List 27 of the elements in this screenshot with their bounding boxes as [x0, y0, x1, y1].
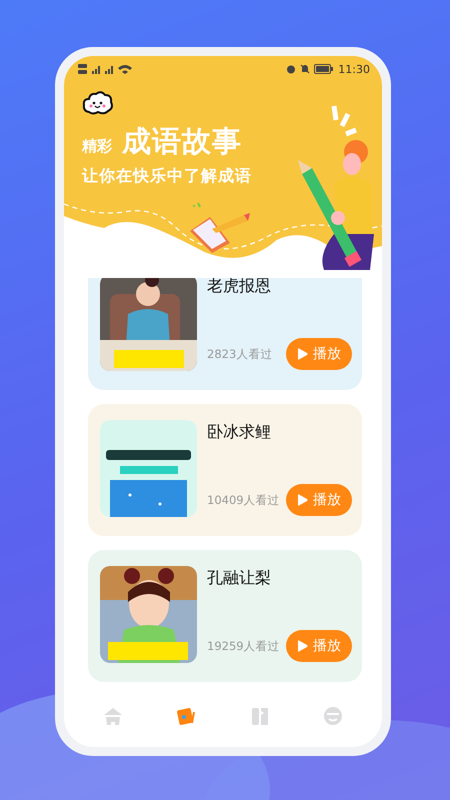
view-count: 2823人看过: [207, 346, 272, 362]
play-icon: [297, 494, 308, 506]
story-title: 孔融让梨: [207, 568, 272, 589]
profile-tab[interactable]: [322, 705, 344, 727]
view-count: 19259人看过: [207, 638, 280, 654]
video-tab[interactable]: [175, 705, 198, 727]
status-time: 11:30: [338, 62, 370, 76]
book-pencil-drawing: [188, 201, 252, 255]
view-count: 10409人看过: [207, 492, 280, 508]
play-icon: [297, 348, 308, 360]
cloud-logo-icon: [82, 90, 114, 116]
video-icon: [175, 705, 198, 727]
banner-title: 成语故事: [122, 123, 242, 160]
home-icon: [102, 705, 124, 727]
alarm-icon: [286, 64, 296, 74]
story-title: 卧冰求鲤: [207, 422, 272, 443]
home-tab[interactable]: [102, 705, 124, 727]
story-card[interactable]: 老虎报恩 2823人看过 播放: [88, 278, 362, 390]
story-card[interactable]: 卧冰求鲤 10409人看过 播放: [88, 404, 362, 536]
banner-subtitle: 让你在快乐中了解成语: [82, 166, 253, 187]
battery-icon: [314, 64, 334, 74]
story-card[interactable]: 孔融让梨 19259人看过 播放: [88, 550, 362, 682]
play-icon: [297, 640, 308, 652]
banner-prefix: 精彩: [82, 137, 112, 156]
profile-icon: [322, 705, 344, 727]
signal-icon: [78, 63, 134, 75]
story-title: 老虎报恩: [207, 278, 272, 297]
